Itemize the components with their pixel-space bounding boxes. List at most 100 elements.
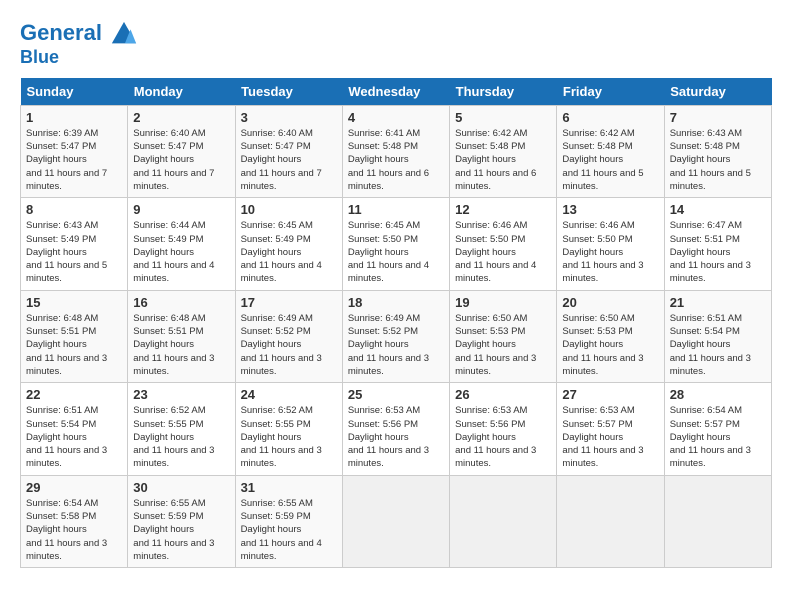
col-header-sunday: Sunday [21,78,128,106]
day-cell: 29 Sunrise: 6:54 AM Sunset: 5:58 PM Dayl… [21,475,128,567]
day-number: 22 [26,387,122,402]
day-number: 1 [26,110,122,125]
day-number: 3 [241,110,337,125]
day-number: 10 [241,202,337,217]
day-cell [450,475,557,567]
day-info: Sunrise: 6:40 AM Sunset: 5:47 PM Dayligh… [241,127,337,193]
day-info: Sunrise: 6:49 AM Sunset: 5:52 PM Dayligh… [348,312,444,378]
day-info: Sunrise: 6:49 AM Sunset: 5:52 PM Dayligh… [241,312,337,378]
day-info: Sunrise: 6:45 AM Sunset: 5:50 PM Dayligh… [348,219,444,285]
day-cell: 4 Sunrise: 6:41 AM Sunset: 5:48 PM Dayli… [342,105,449,197]
day-number: 6 [562,110,658,125]
day-info: Sunrise: 6:41 AM Sunset: 5:48 PM Dayligh… [348,127,444,193]
day-info: Sunrise: 6:55 AM Sunset: 5:59 PM Dayligh… [241,497,337,563]
day-number: 5 [455,110,551,125]
day-number: 21 [670,295,766,310]
day-cell: 12 Sunrise: 6:46 AM Sunset: 5:50 PM Dayl… [450,198,557,290]
day-info: Sunrise: 6:51 AM Sunset: 5:54 PM Dayligh… [670,312,766,378]
day-cell [557,475,664,567]
day-info: Sunrise: 6:48 AM Sunset: 5:51 PM Dayligh… [133,312,229,378]
day-cell: 27 Sunrise: 6:53 AM Sunset: 5:57 PM Dayl… [557,383,664,475]
calendar-table: SundayMondayTuesdayWednesdayThursdayFrid… [20,78,772,568]
day-cell: 5 Sunrise: 6:42 AM Sunset: 5:48 PM Dayli… [450,105,557,197]
day-info: Sunrise: 6:50 AM Sunset: 5:53 PM Dayligh… [455,312,551,378]
day-cell: 3 Sunrise: 6:40 AM Sunset: 5:47 PM Dayli… [235,105,342,197]
day-cell: 30 Sunrise: 6:55 AM Sunset: 5:59 PM Dayl… [128,475,235,567]
day-cell: 14 Sunrise: 6:47 AM Sunset: 5:51 PM Dayl… [664,198,771,290]
day-info: Sunrise: 6:50 AM Sunset: 5:53 PM Dayligh… [562,312,658,378]
col-header-friday: Friday [557,78,664,106]
day-number: 24 [241,387,337,402]
day-number: 9 [133,202,229,217]
day-info: Sunrise: 6:43 AM Sunset: 5:49 PM Dayligh… [26,219,122,285]
day-number: 20 [562,295,658,310]
day-info: Sunrise: 6:40 AM Sunset: 5:47 PM Dayligh… [133,127,229,193]
day-cell: 24 Sunrise: 6:52 AM Sunset: 5:55 PM Dayl… [235,383,342,475]
col-header-saturday: Saturday [664,78,771,106]
day-number: 4 [348,110,444,125]
day-cell: 20 Sunrise: 6:50 AM Sunset: 5:53 PM Dayl… [557,290,664,382]
day-number: 12 [455,202,551,217]
logo-text: General [20,20,138,48]
logo-blue: Blue [20,48,138,68]
day-number: 7 [670,110,766,125]
week-row-5: 29 Sunrise: 6:54 AM Sunset: 5:58 PM Dayl… [21,475,772,567]
day-number: 25 [348,387,444,402]
day-number: 27 [562,387,658,402]
day-cell: 28 Sunrise: 6:54 AM Sunset: 5:57 PM Dayl… [664,383,771,475]
col-header-monday: Monday [128,78,235,106]
day-info: Sunrise: 6:46 AM Sunset: 5:50 PM Dayligh… [455,219,551,285]
day-number: 28 [670,387,766,402]
day-info: Sunrise: 6:54 AM Sunset: 5:57 PM Dayligh… [670,404,766,470]
day-number: 23 [133,387,229,402]
day-info: Sunrise: 6:53 AM Sunset: 5:56 PM Dayligh… [348,404,444,470]
day-cell: 31 Sunrise: 6:55 AM Sunset: 5:59 PM Dayl… [235,475,342,567]
logo: General Blue [20,20,138,68]
day-info: Sunrise: 6:53 AM Sunset: 5:57 PM Dayligh… [562,404,658,470]
header-row: SundayMondayTuesdayWednesdayThursdayFrid… [21,78,772,106]
day-info: Sunrise: 6:42 AM Sunset: 5:48 PM Dayligh… [562,127,658,193]
day-info: Sunrise: 6:43 AM Sunset: 5:48 PM Dayligh… [670,127,766,193]
day-info: Sunrise: 6:47 AM Sunset: 5:51 PM Dayligh… [670,219,766,285]
day-info: Sunrise: 6:53 AM Sunset: 5:56 PM Dayligh… [455,404,551,470]
day-info: Sunrise: 6:46 AM Sunset: 5:50 PM Dayligh… [562,219,658,285]
day-cell: 18 Sunrise: 6:49 AM Sunset: 5:52 PM Dayl… [342,290,449,382]
day-number: 14 [670,202,766,217]
day-number: 31 [241,480,337,495]
day-cell: 9 Sunrise: 6:44 AM Sunset: 5:49 PM Dayli… [128,198,235,290]
day-number: 26 [455,387,551,402]
header: General Blue [20,20,772,68]
day-cell [342,475,449,567]
day-cell: 26 Sunrise: 6:53 AM Sunset: 5:56 PM Dayl… [450,383,557,475]
day-cell: 1 Sunrise: 6:39 AM Sunset: 5:47 PM Dayli… [21,105,128,197]
day-number: 11 [348,202,444,217]
week-row-3: 15 Sunrise: 6:48 AM Sunset: 5:51 PM Dayl… [21,290,772,382]
day-cell: 19 Sunrise: 6:50 AM Sunset: 5:53 PM Dayl… [450,290,557,382]
day-info: Sunrise: 6:52 AM Sunset: 5:55 PM Dayligh… [241,404,337,470]
day-number: 16 [133,295,229,310]
day-number: 17 [241,295,337,310]
day-cell: 6 Sunrise: 6:42 AM Sunset: 5:48 PM Dayli… [557,105,664,197]
day-cell: 23 Sunrise: 6:52 AM Sunset: 5:55 PM Dayl… [128,383,235,475]
day-cell: 7 Sunrise: 6:43 AM Sunset: 5:48 PM Dayli… [664,105,771,197]
day-info: Sunrise: 6:48 AM Sunset: 5:51 PM Dayligh… [26,312,122,378]
day-info: Sunrise: 6:45 AM Sunset: 5:49 PM Dayligh… [241,219,337,285]
day-number: 18 [348,295,444,310]
day-number: 2 [133,110,229,125]
day-number: 13 [562,202,658,217]
day-cell: 22 Sunrise: 6:51 AM Sunset: 5:54 PM Dayl… [21,383,128,475]
day-info: Sunrise: 6:51 AM Sunset: 5:54 PM Dayligh… [26,404,122,470]
day-cell: 25 Sunrise: 6:53 AM Sunset: 5:56 PM Dayl… [342,383,449,475]
day-number: 30 [133,480,229,495]
col-header-tuesday: Tuesday [235,78,342,106]
day-cell: 21 Sunrise: 6:51 AM Sunset: 5:54 PM Dayl… [664,290,771,382]
day-cell: 16 Sunrise: 6:48 AM Sunset: 5:51 PM Dayl… [128,290,235,382]
day-cell: 15 Sunrise: 6:48 AM Sunset: 5:51 PM Dayl… [21,290,128,382]
day-cell: 2 Sunrise: 6:40 AM Sunset: 5:47 PM Dayli… [128,105,235,197]
day-info: Sunrise: 6:54 AM Sunset: 5:58 PM Dayligh… [26,497,122,563]
day-info: Sunrise: 6:52 AM Sunset: 5:55 PM Dayligh… [133,404,229,470]
week-row-4: 22 Sunrise: 6:51 AM Sunset: 5:54 PM Dayl… [21,383,772,475]
col-header-thursday: Thursday [450,78,557,106]
day-info: Sunrise: 6:55 AM Sunset: 5:59 PM Dayligh… [133,497,229,563]
day-cell: 11 Sunrise: 6:45 AM Sunset: 5:50 PM Dayl… [342,198,449,290]
